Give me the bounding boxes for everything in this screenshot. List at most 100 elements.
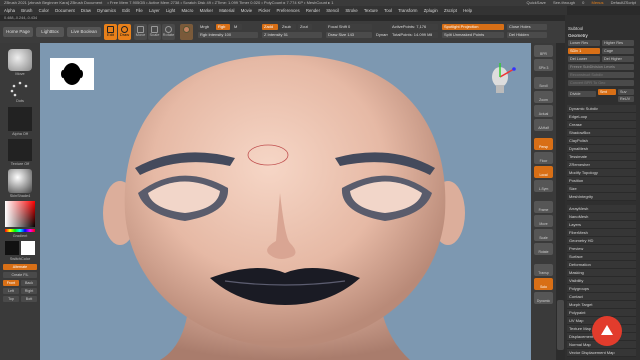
masking-item[interactable]: Masking xyxy=(567,269,636,277)
sdiv-slider[interactable]: SDiv 1 xyxy=(568,48,600,54)
draw-mode-button[interactable]: Draw xyxy=(118,24,131,40)
contact-item[interactable]: Contact xyxy=(567,293,636,301)
menu-stencil[interactable]: Stencil xyxy=(326,8,339,13)
zsub-toggle[interactable]: Zsub xyxy=(280,24,296,30)
dynamic-view-button[interactable]: Dynamic xyxy=(534,292,553,304)
aahalf-button[interactable]: AAHalf xyxy=(534,119,553,131)
menu-picker[interactable]: Picker xyxy=(258,8,270,13)
draw-size-slider[interactable]: Draw Size 143 xyxy=(326,32,372,38)
m-toggle[interactable]: M xyxy=(232,24,242,30)
scale-mode-button[interactable]: Scale xyxy=(148,24,161,40)
menu-file[interactable]: File xyxy=(136,8,143,13)
see-through-slider[interactable]: See-through xyxy=(553,0,575,5)
scrollbar-thumb[interactable] xyxy=(557,300,564,350)
persp-button[interactable]: Persp xyxy=(534,138,553,150)
live-boolean-button[interactable]: Live Boolean xyxy=(67,27,101,37)
rgb-toggle[interactable]: Rgb xyxy=(216,24,230,30)
shadowbox-item[interactable]: ShadowBox xyxy=(567,129,636,137)
quicksave-button[interactable]: QuickSave xyxy=(527,0,546,5)
menu-dynamics[interactable]: Dynamics xyxy=(97,8,116,13)
front-view-button[interactable]: Front xyxy=(3,280,19,286)
edgeloop-item[interactable]: EdgeLoop xyxy=(567,113,636,121)
tessimate-item[interactable]: Tessimate xyxy=(567,153,636,161)
menus-toggle[interactable]: Menus xyxy=(592,0,604,5)
menu-light[interactable]: Light xyxy=(166,8,175,13)
mrgb-toggle[interactable]: Mrgb xyxy=(198,24,214,30)
menu-draw[interactable]: Draw xyxy=(81,8,91,13)
menu-material[interactable]: Material xyxy=(219,8,234,13)
solo-button[interactable]: Solo xyxy=(534,278,553,290)
local-button[interactable]: Local xyxy=(534,166,553,178)
edit-mode-button[interactable]: Edit xyxy=(104,24,117,40)
menu-tool[interactable]: Tool xyxy=(384,8,392,13)
switch-color-label[interactable]: SwitchColor xyxy=(0,257,40,261)
rotate-view-button[interactable]: Rotate xyxy=(534,243,553,255)
menu-brush[interactable]: Brush xyxy=(21,8,32,13)
menu-help[interactable]: Help xyxy=(463,8,472,13)
surface-item[interactable]: Surface xyxy=(567,253,636,261)
split-unmasked-button[interactable]: Split Unmasked Points xyxy=(442,32,504,38)
modify-topology-item[interactable]: Modify Topology xyxy=(567,169,636,177)
right-view-button[interactable]: Right xyxy=(21,288,37,294)
hue-strip[interactable] xyxy=(5,229,35,232)
meshintegrity-item[interactable]: MeshIntegrity xyxy=(567,193,636,201)
alpha-thumbnail[interactable] xyxy=(8,107,32,131)
menu-transform[interactable]: Transform xyxy=(398,8,417,13)
move-mode-button[interactable]: Move xyxy=(134,24,147,40)
menu-edit[interactable]: Edit xyxy=(122,8,129,13)
menu-render[interactable]: Render xyxy=(306,8,320,13)
secondary-color-swatch[interactable] xyxy=(21,241,35,255)
dynamesh-item[interactable]: DynaMesh xyxy=(567,145,636,153)
position-item[interactable]: Position xyxy=(567,177,636,185)
orientation-gizmo[interactable] xyxy=(488,61,516,97)
main-color-swatch[interactable] xyxy=(5,241,19,255)
reconstruct-subdiv-button[interactable]: Reconstruct Subdiv xyxy=(568,72,634,78)
del-higher-button[interactable]: Del Higher xyxy=(602,56,634,62)
suv-toggle[interactable]: Suv xyxy=(618,89,634,95)
actual-button[interactable]: Actual xyxy=(534,105,553,117)
transp-button[interactable]: Transp xyxy=(534,264,553,276)
menu-color[interactable]: Color xyxy=(39,8,49,13)
stroke-dots-thumbnail[interactable] xyxy=(9,80,31,98)
menu-alpha[interactable]: Alpha xyxy=(4,8,15,13)
top-view-button[interactable]: Top xyxy=(3,296,19,302)
menu-layer[interactable]: Layer xyxy=(149,8,160,13)
frame-button[interactable]: Frame xyxy=(534,201,553,213)
menu-zscript[interactable]: Zscript xyxy=(444,8,457,13)
menu-zplugin[interactable]: Zplugin xyxy=(424,8,438,13)
geometry-header[interactable]: Geometry xyxy=(568,33,588,38)
close-holes-button[interactable]: Close Holes xyxy=(507,24,547,30)
claypolish-item[interactable]: ClayPolish xyxy=(567,137,636,145)
subtool-header[interactable]: Subtool xyxy=(568,26,583,31)
smt-toggle[interactable]: Smt xyxy=(598,89,616,95)
z-intensity-slider[interactable]: Z Intensity 51 xyxy=(262,32,322,38)
visibility-item[interactable]: Visibility xyxy=(567,277,636,285)
reuv-toggle[interactable]: ReUV xyxy=(618,96,634,102)
nanomesh-item[interactable]: NanoMesh xyxy=(567,213,636,221)
move-view-button[interactable]: Move xyxy=(534,215,553,227)
color-picker[interactable] xyxy=(5,201,35,227)
lower-res-button[interactable]: Lower Res xyxy=(568,40,600,46)
texture-thumbnail[interactable] xyxy=(8,139,32,161)
brush-move-thumbnail[interactable] xyxy=(8,49,32,71)
zadd-toggle[interactable]: Zadd xyxy=(262,24,278,30)
bottom-view-button[interactable]: Bott xyxy=(21,296,37,302)
rgb-intensity-slider[interactable]: Rgb Intensity 100 xyxy=(198,32,258,38)
back-view-button[interactable]: Back xyxy=(21,280,37,286)
focal-shift-slider[interactable]: Focal Shift 0 xyxy=(326,24,372,30)
scale-view-button[interactable]: Scale xyxy=(534,229,553,241)
menu-stroke[interactable]: Stroke xyxy=(345,8,357,13)
geometry-hd-item[interactable]: Geometry HD xyxy=(567,237,636,245)
vector-displacement-map-item[interactable]: Vector Displacement Map xyxy=(567,349,636,357)
bpr-button[interactable]: BPR xyxy=(534,45,553,57)
lightbox-button[interactable]: LightBox xyxy=(36,27,64,37)
floor-button[interactable]: Floor xyxy=(534,152,553,164)
preview-item[interactable]: Preview xyxy=(567,245,636,253)
cage-button[interactable]: Cage xyxy=(602,48,634,54)
freeze-subdiv-button[interactable]: Freeze SubDivision Levels xyxy=(568,64,634,70)
menu-marker[interactable]: Marker xyxy=(200,8,213,13)
menu-macro[interactable]: Macro xyxy=(181,8,193,13)
material-swatch[interactable] xyxy=(180,24,193,40)
default-zscript-button[interactable]: DefaultZScript xyxy=(611,0,636,5)
menu-texture[interactable]: Texture xyxy=(364,8,378,13)
